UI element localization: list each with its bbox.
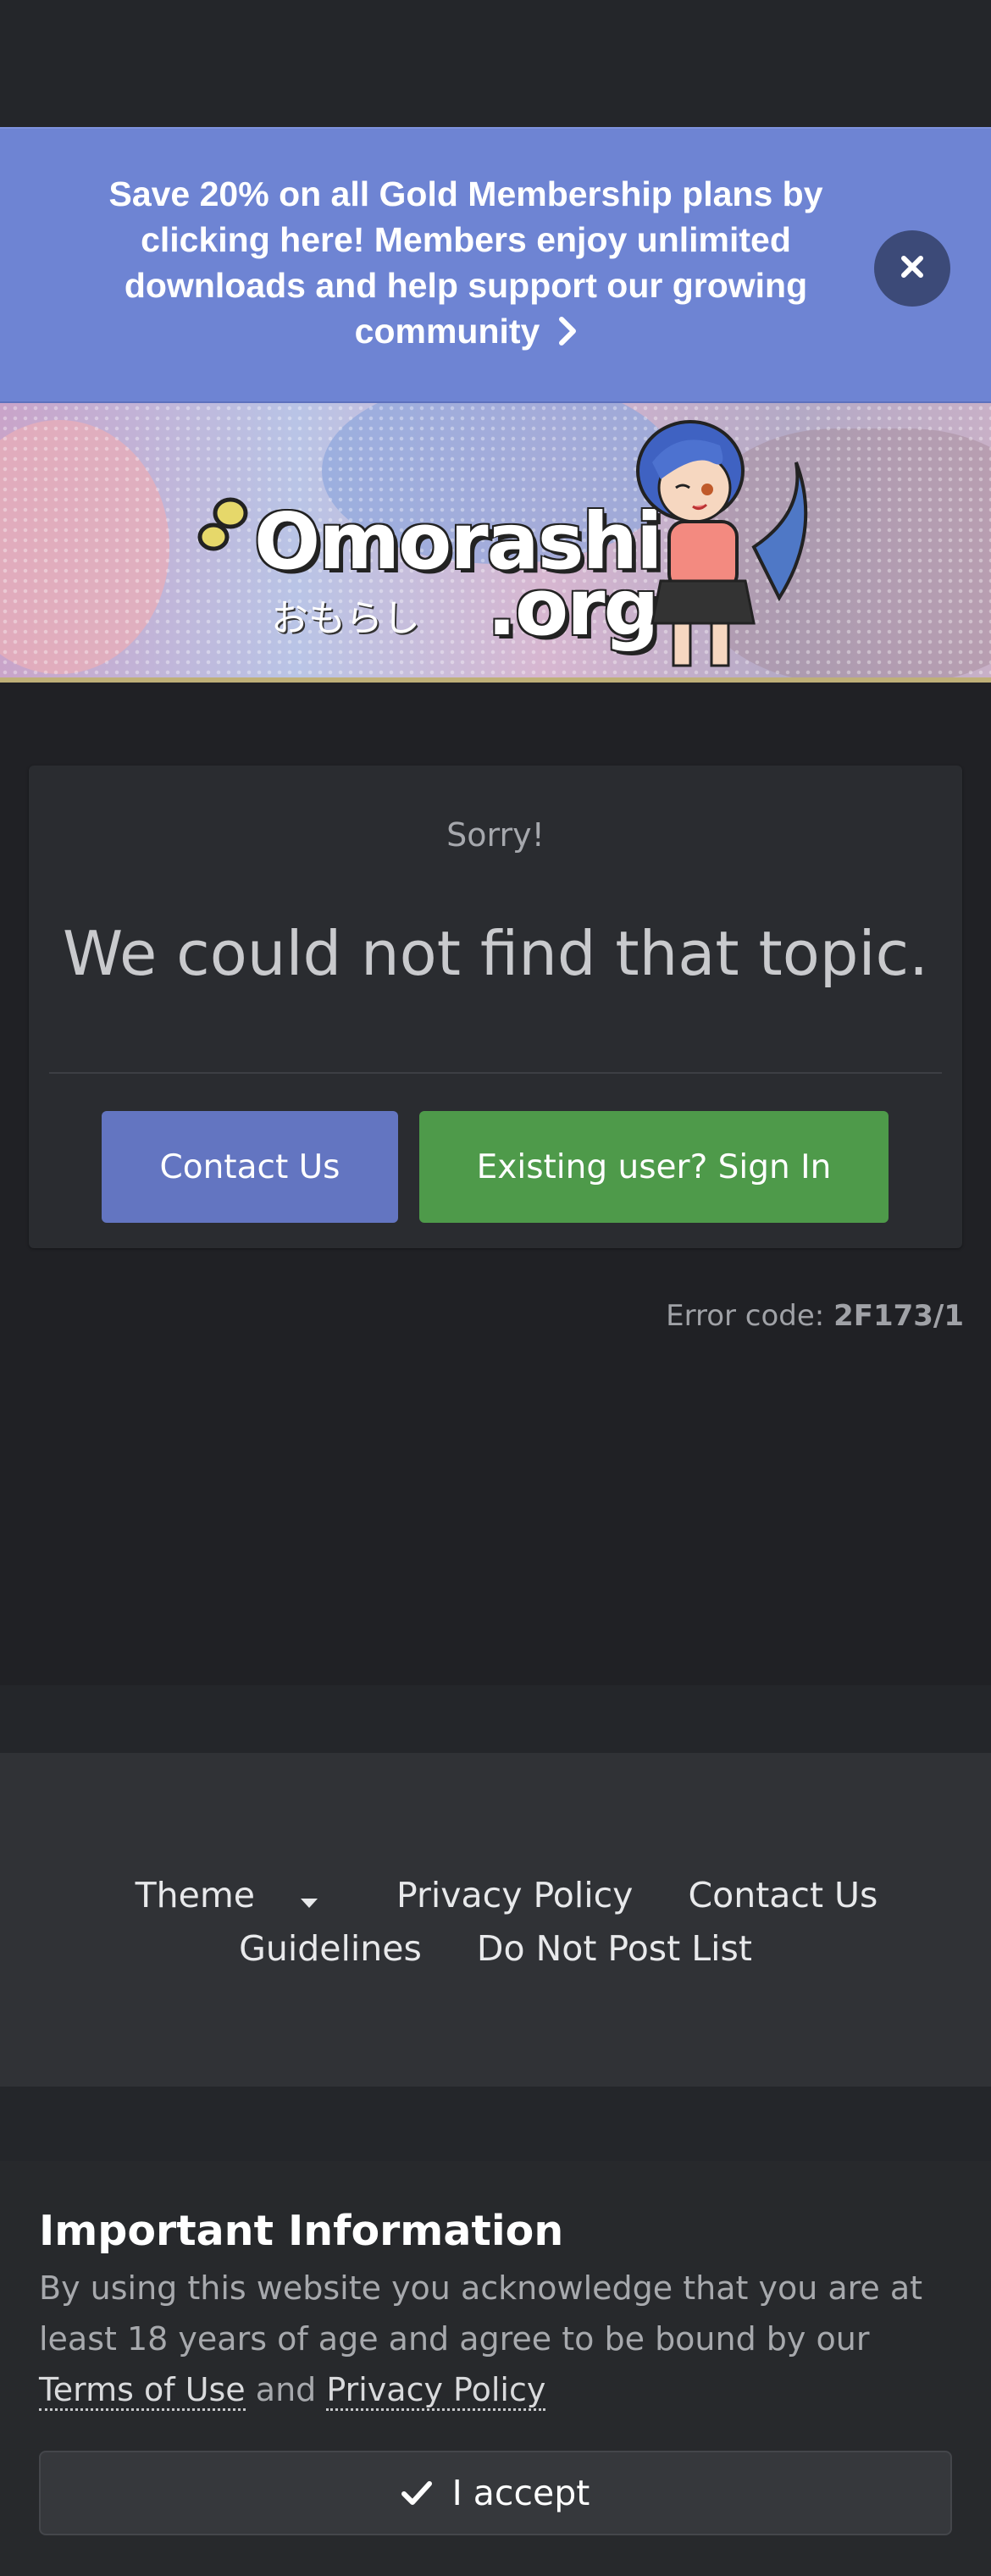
mascot-illustration (627, 412, 813, 677)
privacy-policy-link[interactable]: Privacy Policy (326, 2371, 546, 2411)
error-title: We could not find that topic. (63, 918, 928, 989)
important-information-notice: Important Information By using this webs… (0, 2161, 991, 2576)
error-code-value: 2F173/1 (833, 1299, 964, 1333)
site-footer: Theme Privacy Policy Contact Us Guidelin… (0, 1753, 991, 2087)
check-icon (401, 2480, 432, 2506)
divider (49, 1072, 942, 1074)
droplet-logo-icon (197, 495, 256, 566)
notice-title: Important Information (39, 2207, 564, 2255)
contact-us-button[interactable]: Contact Us (102, 1111, 398, 1223)
caret-down-icon (299, 1872, 319, 1923)
promo-close-button[interactable] (874, 230, 950, 307)
error-subtitle: Sorry! (446, 816, 545, 854)
error-code-label: Error code: (666, 1299, 825, 1333)
footer-link-guidelines[interactable]: Guidelines (239, 1923, 422, 1974)
promo-message[interactable]: Save 20% on all Gold Membership plans by… (108, 174, 822, 351)
site-header-banner[interactable]: Omorashi .org おもらし (0, 403, 991, 683)
footer-links: Theme Privacy Policy Contact Us Guidelin… (0, 1870, 991, 1974)
chevron-right-icon (558, 311, 577, 357)
footer-link-contact[interactable]: Contact Us (689, 1870, 878, 1921)
notice-text: By using this website you acknowledge th… (39, 2269, 923, 2358)
footer-link-privacy[interactable]: Privacy Policy (396, 1870, 633, 1921)
close-icon (900, 254, 925, 283)
theme-label[interactable]: Theme (136, 1870, 255, 1921)
main-content: Sorry! We could not find that topic. Con… (0, 683, 991, 1685)
footer-link-do-not-post[interactable]: Do Not Post List (477, 1923, 752, 1974)
notice-and: and (255, 2371, 317, 2408)
error-panel: Sorry! We could not find that topic. Con… (29, 766, 962, 1248)
error-code: Error code: 2F173/1 (666, 1299, 964, 1333)
notice-body: By using this website you acknowledge th… (39, 2263, 954, 2415)
accept-label[interactable]: I accept (452, 2473, 590, 2513)
theme-selector[interactable]: Theme (113, 1870, 341, 1923)
promo-banner[interactable]: Save 20% on all Gold Membership plans by… (0, 127, 991, 403)
promo-text[interactable]: Save 20% on all Gold Membership plans by… (68, 171, 864, 357)
accept-button[interactable]: I accept (39, 2451, 952, 2535)
sign-in-button[interactable]: Existing user? Sign In (419, 1111, 889, 1223)
terms-of-use-link[interactable]: Terms of Use (39, 2371, 246, 2411)
site-logo-japanese: おもらし (271, 597, 420, 640)
